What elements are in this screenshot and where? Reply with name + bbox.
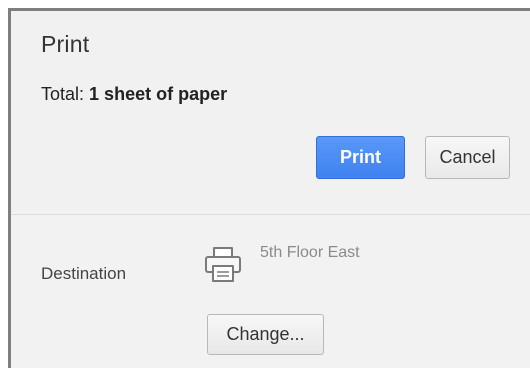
cancel-button[interactable]: Cancel xyxy=(425,136,510,179)
change-destination-button[interactable]: Change... xyxy=(207,314,324,355)
print-button[interactable]: Print xyxy=(316,136,405,179)
destination-label: Destination xyxy=(41,264,127,283)
dialog-title: Print xyxy=(41,31,90,57)
total-label: Total: xyxy=(41,84,85,104)
printer-name: 5th Floor East xyxy=(260,244,360,261)
print-dialog: Print Total: 1 sheet of paper Print Canc… xyxy=(8,8,530,368)
total-summary: Total: 1 sheet of paper xyxy=(41,84,227,105)
printer-icon xyxy=(203,246,243,284)
print-header: Print Total: 1 sheet of paper Print Canc… xyxy=(11,11,530,215)
settings-panel: Destination 5th Floor East Change... xyxy=(11,215,530,368)
total-value: 1 sheet of paper xyxy=(89,84,228,104)
